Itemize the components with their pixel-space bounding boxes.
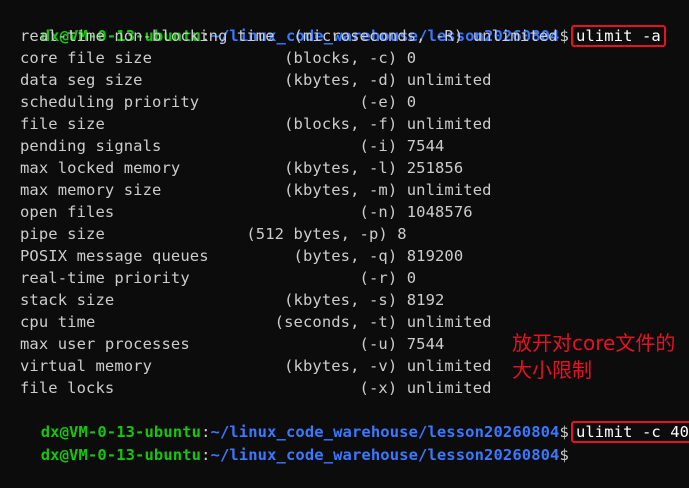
output-line: real-time priority (-r) 0 [20, 269, 417, 287]
prompt-line-1: dx@VM-0-13-ubuntu:~/linux_code_warehouse… [3, 3, 666, 47]
command-ulimit-c: ulimit -c 40960 [570, 421, 689, 443]
prompt-dollar: $ [559, 446, 569, 464]
annotation-note: 放开对core文件的大小限制 [512, 331, 676, 382]
prompt-path: ~/linux_code_warehouse/lesson20260804 [210, 446, 560, 464]
command-ulimit-a: ulimit -a [570, 25, 666, 47]
output-line: file size (blocks, -f) unlimited [20, 115, 492, 133]
text-cursor [569, 443, 578, 460]
output-line: max locked memory (kbytes, -l) 251856 [20, 159, 464, 177]
output-line: file locks (-x) unlimited [20, 379, 492, 397]
output-line: open files (-n) 1048576 [20, 203, 473, 221]
output-line: scheduling priority (-e) 0 [20, 93, 417, 111]
output-line: pending signals (-i) 7544 [20, 137, 445, 155]
output-line: data seg size (kbytes, -d) unlimited [20, 71, 492, 89]
prompt-line-3: dx@VM-0-13-ubuntu:~/linux_code_warehouse… [3, 421, 578, 464]
output-line: real-time non-blocking time (microsecond… [20, 27, 558, 45]
prompt-line-2: dx@VM-0-13-ubuntu:~/linux_code_warehouse… [3, 399, 689, 443]
terminal-window[interactable]: dx@VM-0-13-ubuntu:~/linux_code_warehouse… [0, 0, 689, 464]
prompt-dollar: $ [559, 27, 569, 45]
output-line: core file size (blocks, -c) 0 [20, 49, 417, 67]
output-line: max memory size (kbytes, -m) unlimited [20, 181, 492, 199]
output-line: POSIX message queues (bytes, -q) 819200 [20, 247, 464, 265]
output-line: virtual memory (kbytes, -v) unlimited [20, 357, 492, 375]
prompt-user-host: dx@VM-0-13-ubuntu [40, 446, 202, 464]
output-line: stack size (kbytes, -s) 8192 [20, 291, 445, 309]
output-line: max user processes (-u) 7544 [20, 335, 445, 353]
output-line: cpu time (seconds, -t) unlimited [20, 313, 492, 331]
prompt-colon: : [201, 446, 211, 464]
output-line: pipe size (512 bytes, -p) 8 [20, 225, 407, 243]
